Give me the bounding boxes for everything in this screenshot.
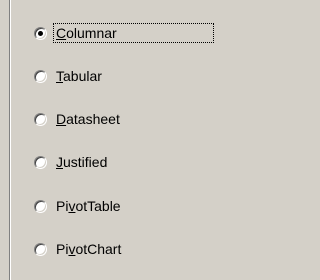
option-datasheet[interactable]: Datasheet <box>34 106 242 132</box>
option-pivotchart[interactable]: PivotChart <box>34 236 242 262</box>
option-tabular[interactable]: Tabular <box>34 63 242 89</box>
radio-justified[interactable] <box>34 155 47 169</box>
option-columnar-label[interactable]: Columnar <box>53 23 214 43</box>
radio-pivotchart[interactable] <box>34 242 47 256</box>
autoform-layout-group: Columnar Tabular Datasheet Justified Piv… <box>9 0 246 280</box>
option-justified-label[interactable]: Justified <box>54 153 109 171</box>
option-datasheet-label[interactable]: Datasheet <box>54 110 122 128</box>
option-justified[interactable]: Justified <box>34 149 242 175</box>
radio-selected-dot <box>38 30 43 36</box>
radio-columnar[interactable] <box>34 26 47 40</box>
option-pivotchart-label[interactable]: PivotChart <box>54 240 123 258</box>
radio-pivottable[interactable] <box>34 199 47 213</box>
option-tabular-label[interactable]: Tabular <box>54 67 104 85</box>
option-pivottable-label[interactable]: PivotTable <box>54 197 123 215</box>
option-pivottable[interactable]: PivotTable <box>34 193 242 219</box>
option-columnar[interactable]: Columnar <box>34 20 242 46</box>
radio-tabular[interactable] <box>34 69 47 83</box>
radio-datasheet[interactable] <box>34 112 47 126</box>
